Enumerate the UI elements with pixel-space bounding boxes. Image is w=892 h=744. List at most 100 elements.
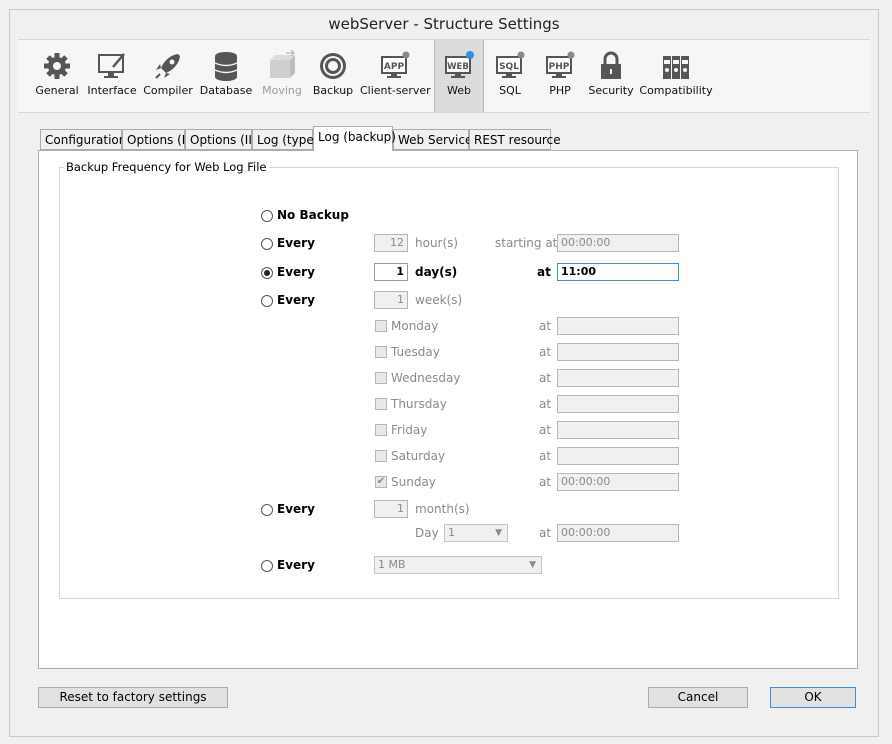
months-unit: month(s) [415, 502, 470, 516]
hours-input[interactable]: 12 [374, 234, 408, 252]
svg-text:APP: APP [384, 62, 405, 72]
svg-text:SQL: SQL [499, 62, 519, 72]
every-size-label: Every [277, 558, 315, 572]
every-months-radio[interactable] [261, 504, 273, 516]
toolbar-backup[interactable]: Backup [308, 40, 358, 112]
no-backup-radio[interactable] [261, 210, 273, 222]
thursday-time-input[interactable] [557, 395, 679, 413]
friday-label: Friday [391, 423, 428, 437]
sunday-checkbox[interactable]: ✔ [375, 476, 387, 488]
toolbar-moving[interactable]: Moving [256, 40, 308, 112]
month-day-select[interactable]: 1 ▼ [444, 524, 508, 542]
toolbar-compiler[interactable]: Compiler [140, 40, 196, 112]
monday-checkbox[interactable] [375, 320, 387, 332]
chevron-down-icon: ▼ [495, 528, 502, 538]
database-icon [214, 52, 238, 81]
every-size-radio[interactable] [261, 560, 273, 572]
toolbar-label: Web [447, 84, 471, 97]
tab-web-services[interactable]: Web Services [393, 129, 479, 150]
monday-time-input[interactable] [557, 317, 679, 335]
padlock-icon [601, 51, 621, 79]
every-weeks-radio[interactable] [261, 295, 273, 307]
ok-button[interactable]: OK [770, 687, 856, 708]
saturday-checkbox[interactable] [375, 450, 387, 462]
every-months-label: Every [277, 502, 315, 516]
chevron-down-icon: ▼ [529, 560, 536, 570]
toolbar-php[interactable]: PHP PHP [536, 40, 584, 112]
no-backup-label: No Backup [277, 208, 349, 222]
monday-at-label: at [539, 319, 552, 333]
monitor-sql-icon: SQL [496, 51, 525, 78]
box-arrow-icon [270, 50, 296, 78]
toolbar-web[interactable]: WEB Web [434, 40, 484, 112]
months-time-input[interactable]: 00:00:00 [557, 524, 679, 542]
toolbar-interface[interactable]: Interface [86, 40, 138, 112]
svg-text:PHP: PHP [549, 62, 570, 72]
settings-toolbar: General Interface Compiler Database Movi… [18, 39, 870, 113]
monday-label: Monday [391, 319, 439, 333]
monitor-web-icon: WEB [445, 51, 474, 78]
sunday-at-label: at [539, 475, 552, 489]
reset-button[interactable]: Reset to factory settings [38, 687, 228, 708]
wednesday-label: Wednesday [391, 371, 461, 385]
toolbar-database[interactable]: Database [198, 40, 254, 112]
tuesday-time-input[interactable] [557, 343, 679, 361]
sunday-label: Sunday [391, 475, 436, 489]
thursday-at-label: at [539, 397, 552, 411]
size-select[interactable]: 1 MB ▼ [374, 556, 542, 574]
toolbar-label: Security [588, 84, 634, 97]
tab-configuration[interactable]: Configuration [40, 129, 126, 150]
days-at-label: at [537, 265, 551, 279]
months-at-label: at [539, 526, 552, 540]
weeks-unit: week(s) [415, 293, 463, 307]
every-hours-label: Every [277, 236, 315, 250]
toolbar-sql[interactable]: SQL SQL [486, 40, 534, 112]
friday-time-input[interactable] [557, 421, 679, 439]
toolbar-label: Compatibility [639, 84, 713, 97]
saturday-time-input[interactable] [557, 447, 679, 465]
cancel-button[interactable]: Cancel [648, 687, 748, 708]
days-input[interactable]: 1 [374, 263, 408, 281]
days-time-input[interactable]: 11:00 [557, 263, 679, 281]
size-value: 1 MB [378, 558, 406, 571]
friday-at-label: at [539, 423, 552, 437]
hours-time-input[interactable]: 00:00:00 [557, 234, 679, 252]
friday-checkbox[interactable] [375, 424, 387, 436]
toolbar-label: Database [199, 84, 253, 97]
wednesday-time-input[interactable] [557, 369, 679, 387]
toolbar-general[interactable]: General [28, 40, 86, 112]
gear-icon [44, 53, 70, 79]
wednesday-checkbox[interactable] [375, 372, 387, 384]
thursday-checkbox[interactable] [375, 398, 387, 410]
tab-options-1[interactable]: Options (I) [122, 129, 190, 150]
tuesday-at-label: at [539, 345, 552, 359]
tab-panel: Backup Frequency for Web Log File No Bac… [38, 150, 858, 669]
group-title: Backup Frequency for Web Log File [64, 160, 269, 174]
toolbar-client-server[interactable]: APP Client-server [360, 40, 431, 112]
toolbar-security[interactable]: Security [586, 40, 636, 112]
weeks-input[interactable]: 1 [374, 291, 408, 309]
every-hours-radio[interactable] [261, 238, 273, 250]
tab-log-backup[interactable]: Log (backup) [313, 126, 396, 151]
settings-window: webServer - Structure Settings General I… [9, 9, 879, 737]
toolbar-label: Moving [262, 84, 302, 97]
toolbar-label: Backup [312, 84, 354, 97]
hours-unit: hour(s) [415, 236, 459, 250]
toolbar-compatibility[interactable]: Compatibility [638, 40, 714, 112]
tab-rest-resource[interactable]: REST resource [469, 129, 561, 150]
tuesday-label: Tuesday [391, 345, 440, 359]
month-day-value: 1 [448, 526, 455, 539]
toolbar-label: General [35, 84, 79, 97]
days-unit: day(s) [415, 265, 458, 279]
tab-options-2[interactable]: Options (II) [185, 129, 257, 150]
months-input[interactable]: 1 [374, 500, 408, 518]
every-days-radio[interactable] [261, 267, 273, 279]
rocket-icon [155, 54, 180, 79]
thursday-label: Thursday [391, 397, 447, 411]
backup-frequency-group: Backup Frequency for Web Log File No Bac… [59, 160, 839, 599]
sunday-time-input[interactable]: 00:00:00 [557, 473, 679, 491]
tuesday-checkbox[interactable] [375, 346, 387, 358]
tab-log-type[interactable]: Log (type) [252, 129, 318, 150]
monitor-php-icon: PHP [546, 51, 575, 78]
lifebuoy-icon [320, 53, 346, 79]
